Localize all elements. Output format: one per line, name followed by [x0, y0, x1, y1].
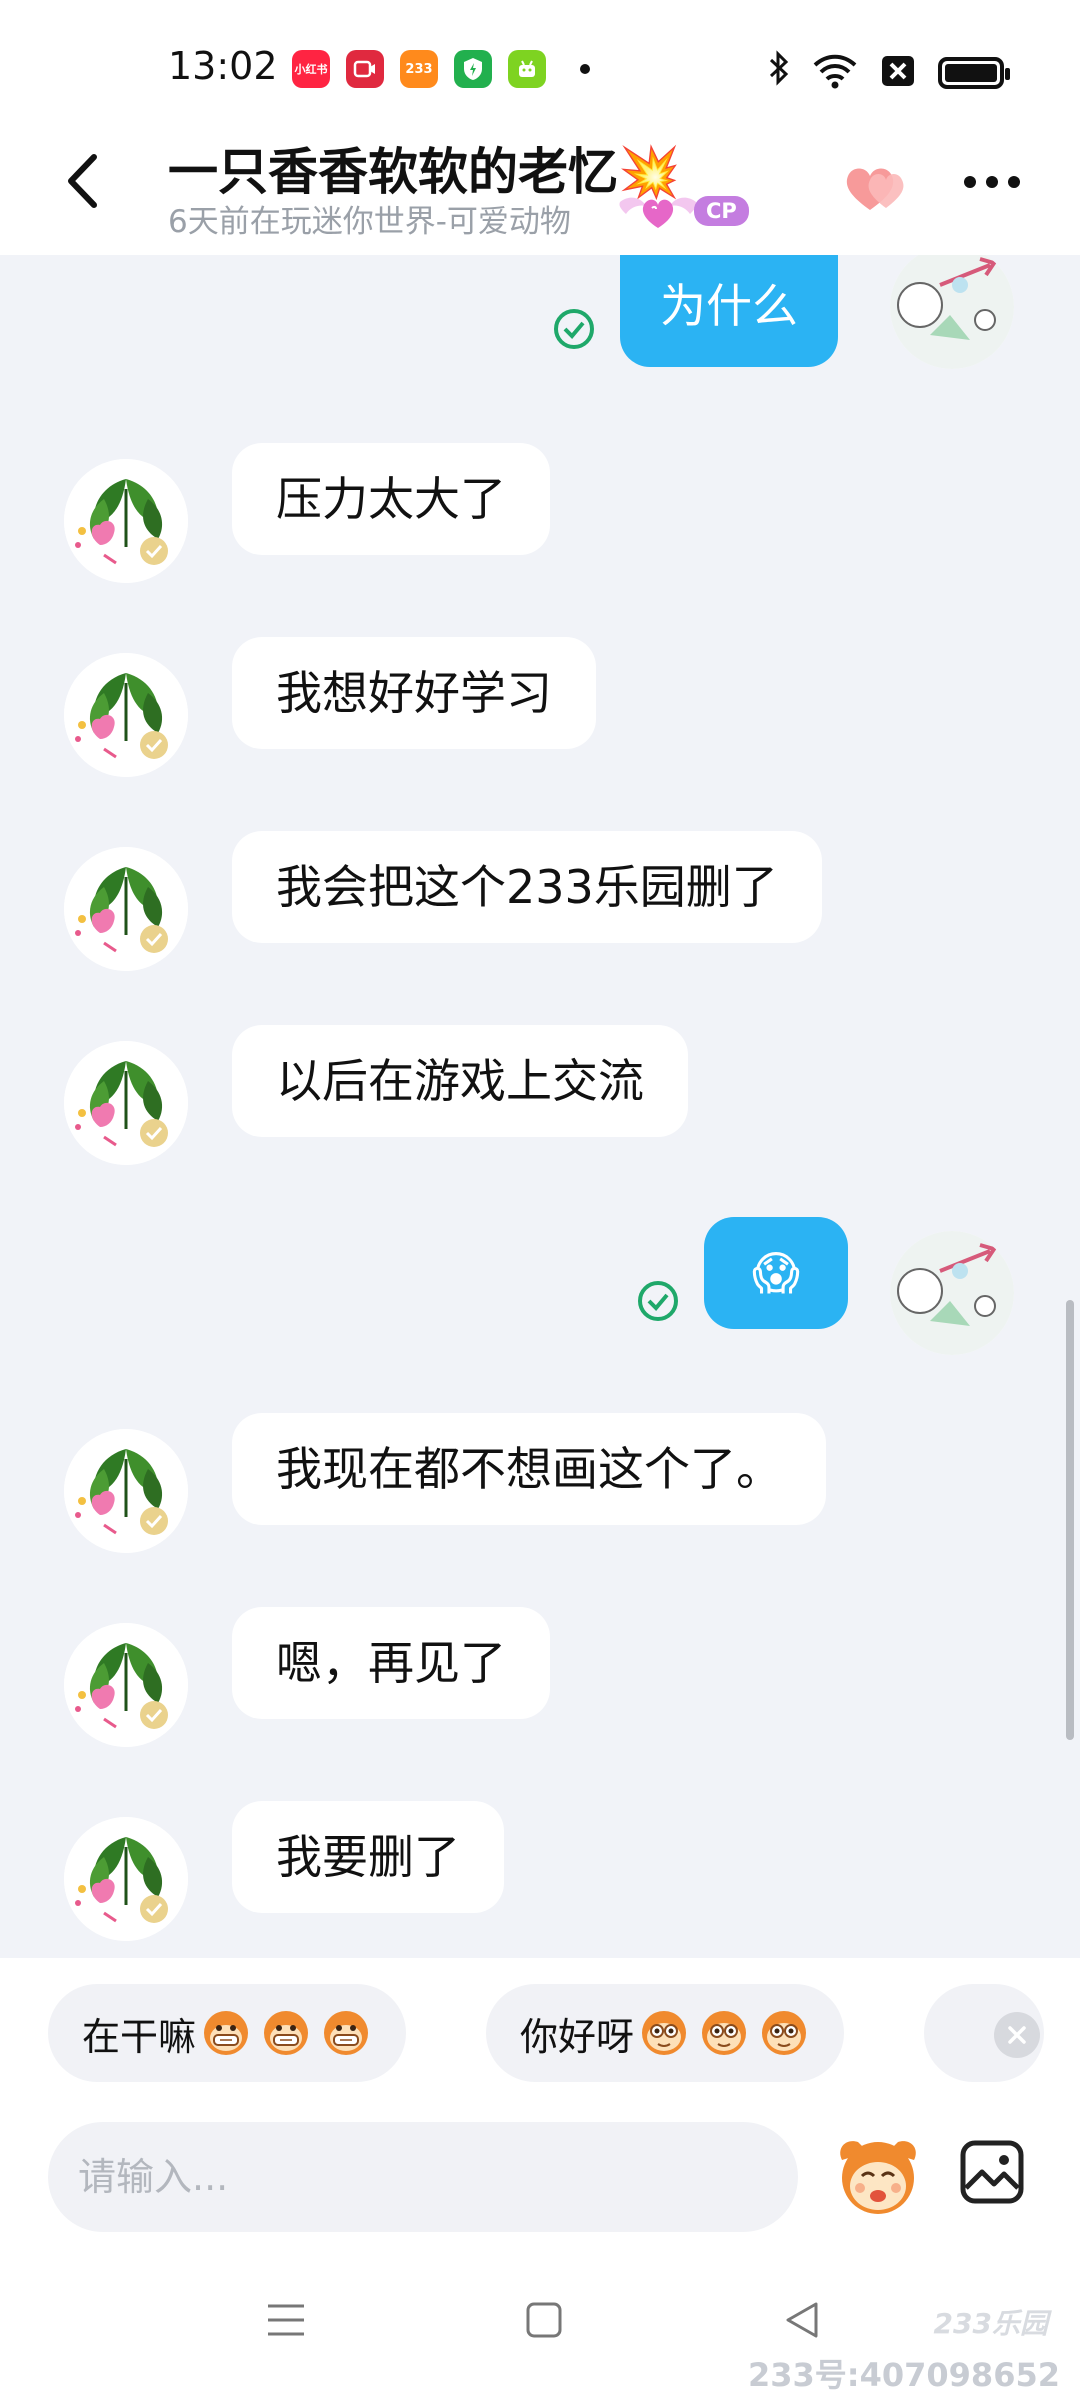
message-bubble-incoming[interactable]: 嗯，再见了	[232, 1607, 550, 1719]
more-dot-icon	[964, 176, 976, 188]
grinning-monkey-icon	[204, 2011, 249, 2055]
chat-message-list[interactable]: 为什么 压力太大了 我想好好学习 我会把这个233乐园删了 以后在游戏上交流 😱…	[0, 255, 1080, 1958]
contact-status: 6天前在玩迷你世界-可爱动物	[168, 204, 571, 240]
chat-header: 一只香香软软的老忆💥 6天前在玩迷你世界-可爱动物 CP	[0, 118, 1080, 255]
contact-avatar[interactable]	[64, 1817, 188, 1941]
cartoon-avatar-icon	[890, 255, 1014, 369]
status-bar: 13:02 小红书 233	[0, 0, 1080, 118]
android-app-icon	[508, 50, 546, 88]
image-icon	[960, 2140, 1024, 2204]
more-dot-icon	[986, 176, 998, 188]
more-options-button[interactable]	[964, 176, 1020, 188]
watermark-logo: 233乐园	[933, 2307, 1048, 2340]
status-app-icons: 小红书 233	[292, 50, 590, 88]
chat-scrollbar[interactable]	[1066, 1300, 1074, 1740]
menu-nav-button[interactable]	[256, 2290, 316, 2350]
status-right-icons	[768, 50, 1010, 95]
plant-avatar-icon	[64, 459, 188, 583]
quick-reply-bar: 在干嘛 你好呀	[0, 1958, 1080, 2108]
quick-reply-label: 在干嘛	[82, 2014, 197, 2059]
contact-name: 一只香香软软的老忆💥	[168, 143, 681, 201]
sticker-button[interactable]	[832, 2130, 924, 2222]
grinning-monkey-icon	[264, 2011, 309, 2055]
bluetooth-icon	[768, 50, 790, 95]
my-avatar[interactable]	[890, 1231, 1014, 1355]
contact-avatar[interactable]	[64, 1041, 188, 1165]
message-bubble-outgoing[interactable]: 为什么	[620, 255, 838, 367]
monkey-face-icon	[762, 2011, 807, 2055]
close-icon	[1008, 2026, 1026, 2044]
triangle-back-icon	[786, 2302, 818, 2338]
message-bubble-incoming[interactable]: 我想好好学习	[232, 637, 596, 749]
message-input-bar	[0, 2108, 1080, 2250]
contact-avatar[interactable]	[64, 847, 188, 971]
contact-avatar[interactable]	[64, 1623, 188, 1747]
monkey-sticker-icon	[840, 2141, 916, 2214]
plant-avatar-icon	[64, 1429, 188, 1553]
plant-avatar-icon	[64, 847, 188, 971]
square-home-icon	[526, 2302, 562, 2338]
grinning-monkey-icon	[324, 2011, 369, 2055]
more-dot-icon	[1008, 176, 1020, 188]
233-app-icon: 233	[400, 50, 438, 88]
quick-reply-label: 你好呀	[520, 2014, 635, 2059]
plant-avatar-icon	[64, 1041, 188, 1165]
intimacy-heart-button[interactable]	[840, 158, 916, 218]
menu-icon	[268, 2304, 304, 2336]
message-bubble-incoming[interactable]: 我要删了	[232, 1801, 504, 1913]
contact-avatar[interactable]	[64, 653, 188, 777]
quick-reply-chip[interactable]: 你好呀	[486, 1984, 845, 2082]
message-bubble-incoming[interactable]: 压力太大了	[232, 443, 550, 555]
cp-badge[interactable]: CP	[612, 188, 754, 232]
system-nav-bar: 233乐园 233号:407098652	[0, 2250, 1080, 2400]
double-heart-icon	[846, 168, 904, 210]
contact-avatar[interactable]	[64, 1429, 188, 1553]
message-bubble-incoming[interactable]: 我会把这个233乐园删了	[232, 831, 822, 943]
xiaohongshu-app-icon: 小红书	[292, 50, 330, 88]
message-bubble-incoming[interactable]: 以后在游戏上交流	[232, 1025, 688, 1137]
image-picker-button[interactable]	[958, 2138, 1026, 2206]
read-check-icon	[638, 1281, 678, 1321]
video-app-icon	[346, 50, 384, 88]
plant-avatar-icon	[64, 653, 188, 777]
read-check-icon	[554, 309, 594, 349]
close-quick-replies-button[interactable]	[994, 2012, 1040, 2058]
monkey-face-icon	[642, 2011, 687, 2055]
plant-avatar-icon	[64, 1623, 188, 1747]
quick-reply-chip[interactable]: 在干嘛	[48, 1984, 407, 2082]
message-bubble-incoming[interactable]: 我现在都不想画这个了。	[232, 1413, 826, 1525]
wifi-icon	[812, 53, 858, 93]
cartoon-avatar-icon	[890, 1231, 1014, 1355]
watermark-id: 233号:407098652	[748, 2356, 1060, 2394]
monkey-face-icon	[702, 2011, 747, 2055]
cp-label: CP	[694, 196, 749, 226]
my-avatar[interactable]	[890, 255, 1014, 369]
notification-dot	[580, 64, 590, 74]
home-nav-button[interactable]	[514, 2290, 574, 2350]
plant-avatar-icon	[64, 1817, 188, 1941]
battery-icon	[938, 56, 1010, 89]
contact-avatar[interactable]	[64, 459, 188, 583]
sim-off-icon	[880, 54, 916, 92]
shield-app-icon	[454, 50, 492, 88]
chevron-left-icon	[68, 154, 97, 208]
back-button[interactable]	[52, 146, 112, 216]
message-bubble-outgoing[interactable]: 😱	[704, 1217, 848, 1329]
back-nav-button[interactable]	[772, 2290, 832, 2350]
message-input[interactable]	[48, 2122, 798, 2232]
winged-heart-icon	[619, 197, 697, 228]
status-time: 13:02	[168, 44, 278, 88]
